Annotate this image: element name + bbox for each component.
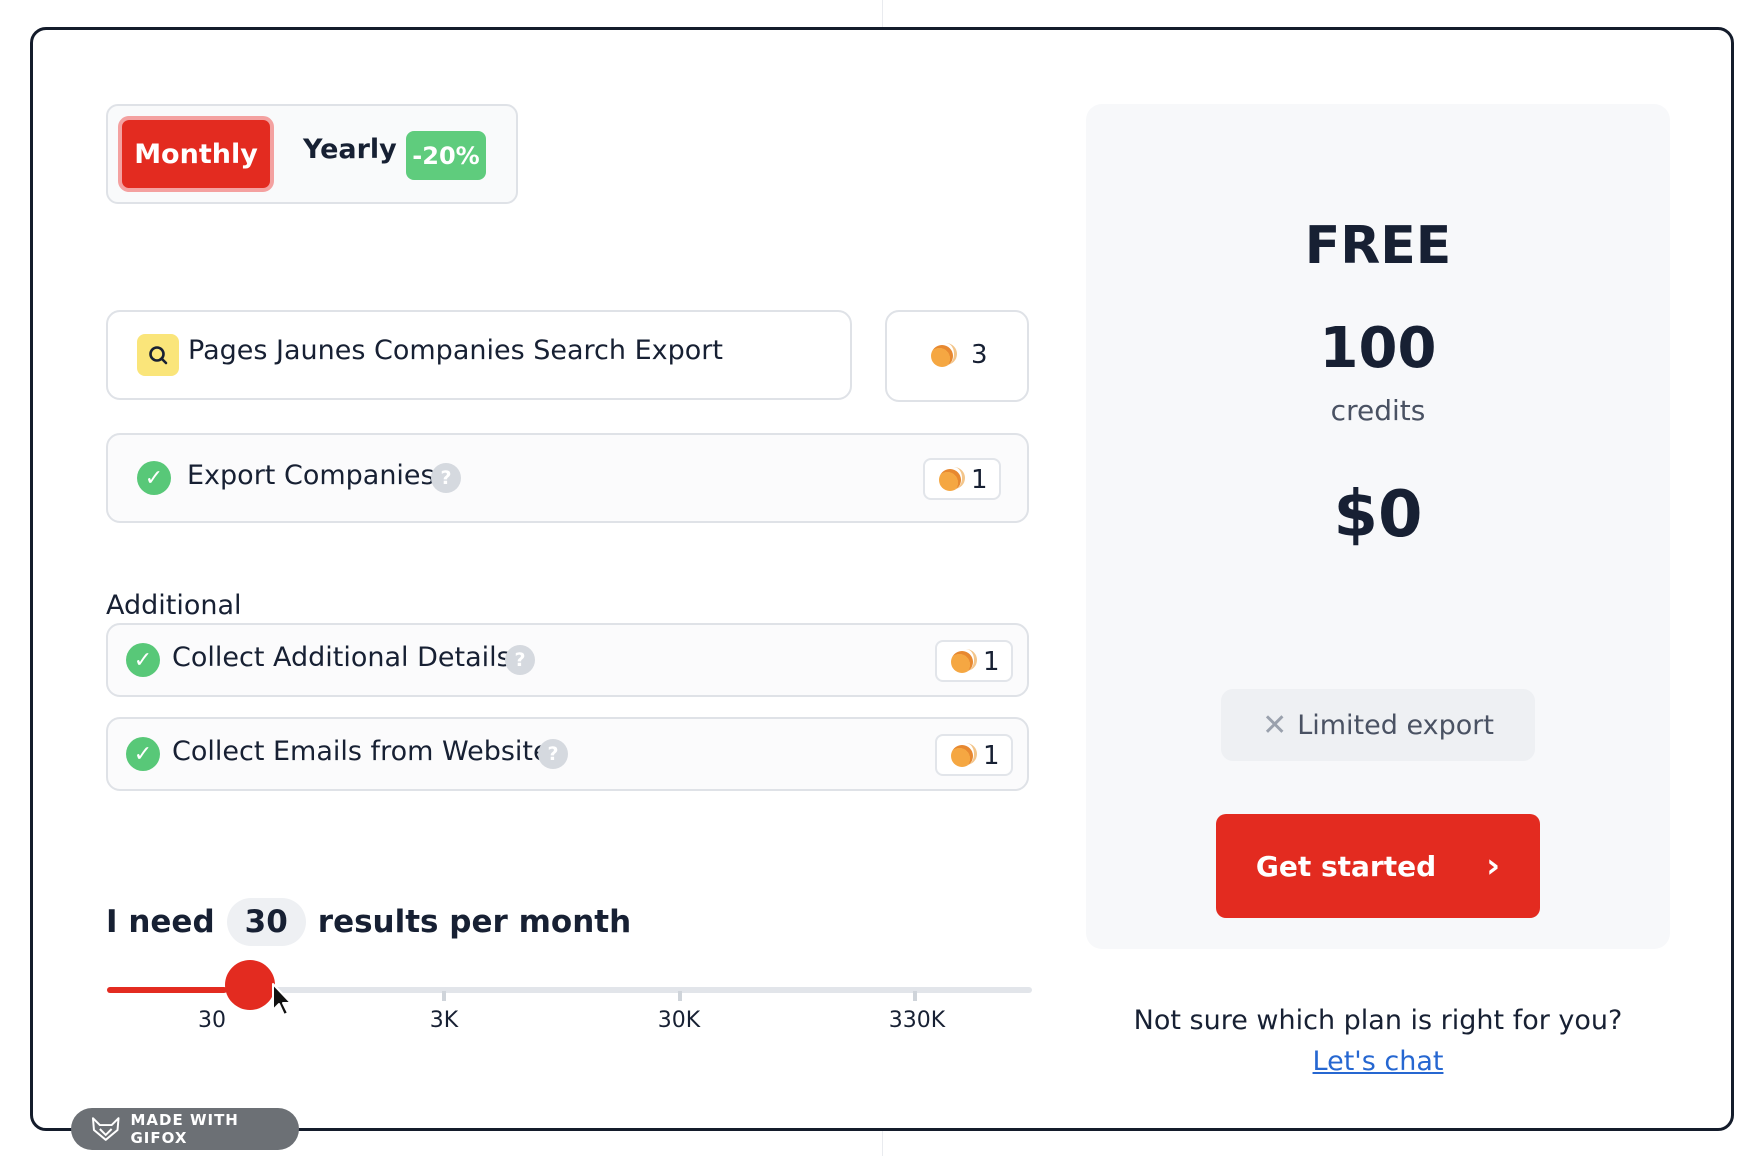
feature-label: Collect Additional Details [172,642,511,673]
get-started-label: Get started [1255,849,1437,883]
feature-label: Export Companies [187,460,435,491]
watermark-text: MADE WITH GIFOX [130,1111,239,1147]
divider-bottom [882,1131,883,1156]
slider-tick-label: 3K [429,1008,459,1033]
plan-help-question: Not sure which plan is right for you? [1133,1005,1623,1036]
slider-tick [913,991,917,1001]
help-icon[interactable]: ? [431,463,461,493]
need-suffix: results per month [317,904,632,940]
get-started-button[interactable]: Get started › [1216,814,1540,918]
search-icon [137,334,179,376]
credit-count: 1 [983,647,1000,677]
need-prefix: I need [106,904,215,940]
credit-pill: 1 [923,458,1001,500]
monthly-button[interactable]: Monthly [118,116,274,192]
results-slider-thumb[interactable] [225,960,275,1010]
limited-export-badge: ✕ Limited export [1221,689,1535,761]
help-icon[interactable]: ? [538,739,568,769]
plan-price: $0 [1333,478,1423,552]
feature-row-collect-additional-details: ✓ Collect Additional Details ? 1 [106,623,1029,697]
pricing-frame: Monthly Yearly -20% Pages Jaunes Compani… [30,27,1734,1150]
feature-row-export-companies: ✓ Export Companies ? 1 [106,433,1029,523]
divider-top [882,0,883,27]
help-icon[interactable]: ? [505,645,535,675]
check-icon: ✓ [126,643,160,677]
coin-icon [951,649,977,673]
chevron-right-icon: › [1486,846,1501,886]
credit-count: 1 [983,741,1000,771]
fox-logo-icon [91,1117,120,1141]
credit-pill: 1 [935,734,1013,776]
main-feature-label: Pages Jaunes Companies Search Export [188,335,723,366]
gifox-watermark: MADE WITH GIFOX [71,1108,299,1150]
limitation-label: Limited export [1297,709,1494,741]
yearly-button[interactable]: Yearly [303,134,397,165]
slider-tick [678,991,682,1001]
lets-chat-link[interactable]: Let's chat [1086,1046,1670,1077]
yearly-discount-badge: -20% [406,131,486,180]
slider-tick-label: 30 [198,1008,226,1033]
billing-toggle: Monthly Yearly -20% [106,104,518,204]
coin-icon [931,343,957,367]
main-feature-credits: 3 [885,310,1029,402]
slider-tick [442,991,446,1001]
plan-name: FREE [1304,216,1452,276]
credit-count: 1 [971,465,988,495]
plan-card: FREE 100 credits $0 ✕ Limited export Get… [1086,104,1670,949]
mouse-cursor-icon [272,983,292,1016]
close-icon: ✕ [1262,707,1288,743]
results-slider-fill [107,987,227,993]
check-icon: ✓ [137,461,171,495]
coin-icon [939,467,965,491]
results-value: 30 [226,898,306,946]
feature-row-collect-emails: ✓ Collect Emails from Website ? 1 [106,717,1029,791]
credit-count: 3 [971,340,988,370]
plan-credits-label: credits [1330,394,1426,427]
feature-label: Collect Emails from Website [172,736,550,767]
additional-heading: Additional [106,590,242,621]
main-feature-row: Pages Jaunes Companies Search Export [106,310,852,400]
results-per-month-sentence: I need 30 results per month [106,898,631,946]
check-icon: ✓ [126,737,160,771]
credit-pill: 1 [935,640,1013,682]
slider-tick-label: 330K [888,1008,946,1033]
coin-icon [951,743,977,767]
plan-credits: 100 [1319,316,1437,381]
slider-tick-label: 30K [657,1008,701,1033]
